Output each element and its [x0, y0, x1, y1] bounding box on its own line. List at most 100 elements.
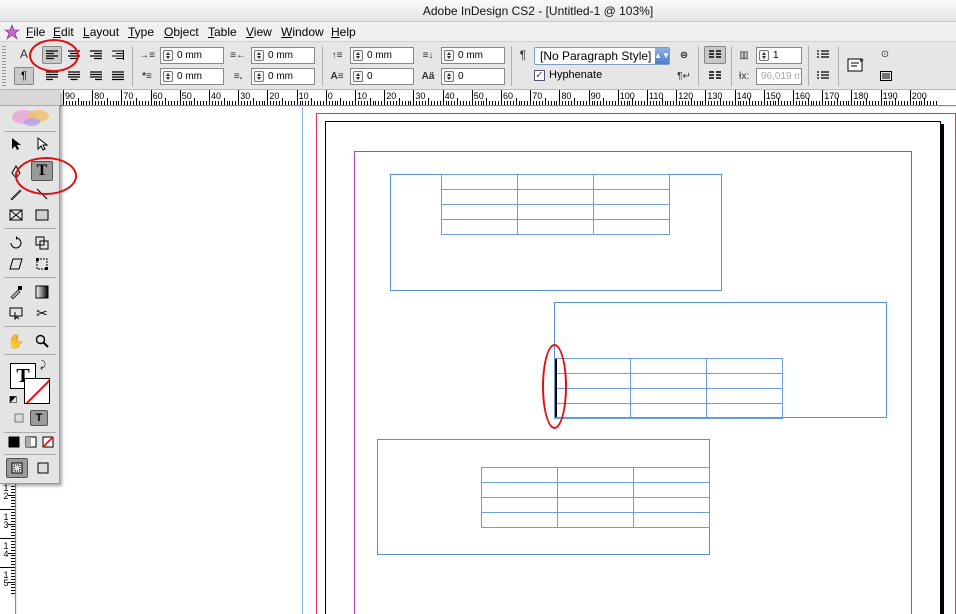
pen-tool[interactable]	[5, 162, 27, 182]
do-not-align-baseline-button[interactable]	[704, 67, 726, 85]
first-line-indent-field[interactable]: 0 mm	[160, 68, 224, 85]
apply-color-button[interactable]	[5, 434, 23, 450]
formatting-container-button[interactable]	[10, 410, 28, 426]
preview-view-button[interactable]	[32, 458, 54, 478]
first-line-indent-stepper[interactable]	[163, 71, 173, 82]
rotate-tool[interactable]	[5, 233, 27, 253]
left-indent-stepper[interactable]	[163, 50, 173, 61]
selection-tool[interactable]	[5, 134, 27, 154]
button-tool[interactable]	[5, 303, 27, 323]
ruler-minor-tick	[553, 101, 555, 105]
normal-view-button[interactable]	[6, 458, 28, 478]
character-mode-icon[interactable]: A	[15, 46, 33, 62]
hand-icon: ✋	[7, 332, 25, 349]
align-towards-spine-button[interactable]	[108, 46, 128, 64]
menu-window[interactable]: Window	[281, 25, 324, 39]
quick-apply-button[interactable]	[844, 54, 868, 76]
scale-tool[interactable]	[31, 233, 53, 253]
default-fill-stroke-icon[interactable]: ◩	[9, 394, 18, 405]
paragraph-mode-button[interactable]: ¶	[14, 67, 34, 85]
pencil-tool[interactable]	[5, 184, 27, 204]
hyphenation-options-icon[interactable]: ¶↵	[675, 68, 693, 84]
ruler-minor-tick	[816, 101, 818, 105]
justify-all-icon	[112, 71, 124, 81]
free-transform-tool[interactable]	[31, 254, 53, 274]
bullets-button[interactable]	[813, 46, 833, 64]
zoom-tool[interactable]	[31, 331, 53, 351]
table-3[interactable]	[481, 467, 710, 528]
justify-right-button[interactable]	[86, 67, 106, 85]
menu-file[interactable]: File	[26, 25, 45, 39]
direct-selection-tool[interactable]	[31, 134, 53, 154]
columns-stepper[interactable]	[759, 50, 769, 61]
formatting-text-button[interactable]: T	[30, 410, 48, 426]
ruler-minor-tick	[536, 101, 538, 105]
drop-cap-chars-stepper[interactable]	[444, 71, 454, 82]
menu-edit[interactable]: Edit	[53, 25, 74, 39]
numbering-button[interactable]	[813, 67, 833, 85]
tools-panel-header[interactable]	[0, 90, 60, 106]
ruler-minor-tick	[871, 101, 873, 105]
last-line-indent-stepper[interactable]	[254, 71, 264, 82]
left-indent-field[interactable]: 0 mm	[160, 47, 224, 64]
rectangle-frame-tool[interactable]	[5, 205, 27, 225]
ruler-label: 0	[327, 91, 333, 101]
menu-object[interactable]: Object	[164, 25, 199, 39]
clear-overrides-icon[interactable]: ⊜	[675, 47, 693, 63]
menu-help[interactable]: Help	[331, 25, 356, 39]
type-tool[interactable]: T	[31, 161, 53, 181]
drop-cap-lines-stepper[interactable]	[353, 71, 363, 82]
menu-table[interactable]: Table	[208, 25, 237, 39]
drop-cap-lines-field[interactable]: 0	[350, 68, 414, 85]
columns-field[interactable]: 1	[756, 47, 802, 64]
rectangle-tool[interactable]	[31, 205, 53, 225]
last-line-indent-field[interactable]: 0 mm	[251, 68, 315, 85]
table-1[interactable]	[441, 174, 670, 235]
ruler-major-tick	[471, 90, 473, 105]
menu-type[interactable]: Type	[128, 25, 154, 39]
drop-cap-chars-field[interactable]: 0	[441, 68, 505, 85]
apply-gradient-button[interactable]	[22, 434, 40, 450]
horizontal-ruler[interactable]: 90 80 70 60 50 40 30 20 10 0 10 20 30 40 50 60 70 80 90 100…	[60, 90, 956, 106]
hyphenate-checkbox[interactable]: ✓	[534, 70, 545, 81]
ruler-tick	[11, 526, 15, 528]
menu-view[interactable]: View	[246, 25, 272, 39]
right-indent-stepper[interactable]	[254, 50, 264, 61]
table-2[interactable]	[554, 358, 783, 419]
menu-layout[interactable]: Layout	[83, 25, 119, 39]
hand-tool[interactable]: ✋	[5, 331, 27, 351]
paragraph-panel-button[interactable]	[876, 67, 896, 85]
align-right-button[interactable]	[86, 46, 106, 64]
scissors-tool[interactable]: ✂	[31, 303, 53, 323]
ruler-minor-tick	[518, 101, 520, 105]
apply-none-button[interactable]	[39, 434, 57, 450]
document-canvas[interactable]	[17, 107, 956, 614]
gradient-tool[interactable]	[31, 282, 53, 302]
paragraph-style-dropdown[interactable]: [No Paragraph Style] ▲▼	[534, 47, 670, 65]
shear-tool[interactable]	[5, 254, 27, 274]
eyedropper-tool[interactable]	[5, 282, 27, 302]
ruler-minor-tick	[445, 101, 447, 105]
space-before-stepper[interactable]	[353, 50, 363, 61]
line-tool[interactable]	[31, 184, 53, 204]
align-left-button[interactable]	[42, 46, 62, 64]
space-after-field[interactable]: 0 mm	[441, 47, 505, 64]
ruler-tick	[11, 543, 15, 545]
justify-left-button[interactable]	[42, 67, 62, 85]
ruler-label: 80	[561, 91, 572, 101]
align-center-button[interactable]	[64, 46, 84, 64]
panel-menu-icon[interactable]: ⊙	[876, 46, 894, 62]
justify-center-button[interactable]	[64, 67, 84, 85]
swap-fill-stroke-icon[interactable]: ⤸	[40, 360, 46, 371]
space-before-field[interactable]: 0 mm	[350, 47, 414, 64]
stroke-swatch[interactable]	[24, 378, 50, 404]
justify-all-button[interactable]	[108, 67, 128, 85]
align-to-baseline-button[interactable]	[704, 46, 726, 64]
ruler-major-tick	[793, 90, 794, 105]
ruler-minor-tick	[906, 101, 908, 105]
ruler-tick	[11, 549, 15, 551]
ruler-minor-tick	[930, 101, 932, 105]
right-indent-field[interactable]: 0 mm	[251, 47, 315, 64]
panel-grip[interactable]	[2, 46, 6, 86]
space-after-stepper[interactable]	[444, 50, 454, 61]
